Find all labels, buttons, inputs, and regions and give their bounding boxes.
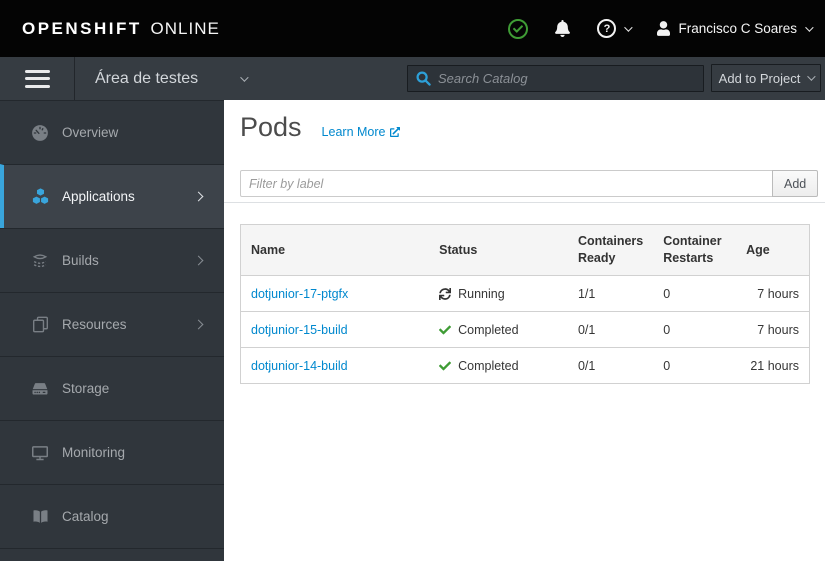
check-icon — [439, 324, 452, 336]
chevron-down-icon — [240, 72, 249, 82]
page-title: Pods — [240, 112, 302, 142]
bell-icon — [555, 20, 571, 37]
sidebar-item-label: Overview — [62, 125, 119, 140]
status-cell: Running — [439, 287, 558, 301]
search-catalog-input[interactable] — [438, 71, 695, 86]
pod-name-link[interactable]: dotjunior-17-ptgfx — [251, 287, 348, 301]
sidebar-item-label: Applications — [62, 189, 135, 204]
hamburger-menu-button[interactable] — [0, 57, 75, 100]
table-row: dotjunior-17-ptgfx Running 1/1 0 7 hours — [240, 275, 810, 312]
filter-toolbar: Add — [240, 170, 819, 197]
project-name: Área de testes — [95, 69, 199, 87]
user-name: Francisco C Soares — [678, 21, 797, 36]
dashboard-icon — [30, 124, 50, 142]
sidebar-item-label: Storage — [62, 381, 110, 396]
sidebar-item-resources[interactable]: Resources — [0, 292, 224, 356]
age-cell: 21 hours — [736, 347, 810, 384]
filter-add-button[interactable]: Add — [772, 170, 819, 197]
column-header-status: Status — [429, 224, 568, 276]
masthead-actions: Francisco C Soares — [481, 18, 814, 39]
chevron-right-icon — [193, 191, 204, 202]
containers-ready-cell: 0/1 — [567, 311, 654, 348]
sidebar-item-overview[interactable]: Overview — [0, 100, 224, 164]
age-cell: 7 hours — [736, 311, 810, 348]
add-to-project-button[interactable]: Add to Project — [711, 64, 821, 92]
sidebar-item-monitoring[interactable]: Monitoring — [0, 420, 224, 484]
book-icon — [30, 509, 50, 525]
help-question-icon — [597, 19, 617, 38]
masthead: OPENSHIFT ONLINE Francisco C Soares — [0, 0, 825, 57]
container-restarts-cell: 0 — [653, 311, 737, 348]
sidebar-item-builds[interactable]: Builds — [0, 228, 224, 292]
hamburger-icon — [24, 69, 50, 73]
pods-table: Name Status Containers Ready Container R… — [240, 224, 810, 384]
catalog-search — [407, 65, 704, 92]
sidebar-item-label: Resources — [62, 317, 127, 332]
table-header-row: Name Status Containers Ready Container R… — [240, 224, 810, 276]
status-text: Running — [458, 286, 505, 301]
containers-ready-cell: 0/1 — [567, 347, 654, 384]
project-selector[interactable]: Área de testes — [95, 57, 249, 100]
refresh-icon — [439, 287, 452, 300]
column-header-container-restarts: Container Restarts — [653, 224, 737, 276]
sidebar-item-storage[interactable]: Storage — [0, 356, 224, 420]
top-navbar: Área de testes Add to Project — [0, 57, 825, 100]
table-row: dotjunior-15-build Completed 0/1 0 7 hou… — [240, 311, 810, 348]
column-header-containers-ready: Containers Ready — [567, 224, 654, 276]
copy-icon — [30, 316, 50, 333]
column-header-name: Name — [240, 224, 430, 276]
monitor-icon — [30, 445, 50, 461]
chevron-down-icon — [807, 72, 816, 81]
notifications-button[interactable] — [555, 20, 571, 37]
user-icon — [657, 21, 671, 36]
search-icon — [416, 71, 431, 86]
sidebar: Overview Applications Builds Resources S… — [0, 100, 224, 561]
learn-more-link[interactable]: Learn More — [322, 125, 401, 139]
status-cell: Completed — [439, 323, 558, 337]
sidebar-item-applications[interactable]: Applications — [0, 164, 224, 228]
sidebar-next-item-partial — [0, 548, 224, 561]
status-text: Completed — [458, 322, 519, 337]
brand-secondary: ONLINE — [150, 18, 220, 38]
status-text: Completed — [458, 358, 519, 373]
filter-by-label-input[interactable] — [240, 170, 773, 197]
column-header-age: Age — [736, 224, 810, 276]
cubes-icon — [30, 188, 50, 205]
table-row: dotjunior-14-build Completed 0/1 0 21 ho… — [240, 347, 810, 384]
sidebar-item-label: Monitoring — [62, 445, 126, 460]
age-cell: 7 hours — [736, 275, 810, 312]
chevron-down-icon — [624, 22, 634, 32]
chevron-right-icon — [193, 319, 204, 330]
container-restarts-cell: 0 — [653, 347, 737, 384]
storage-icon — [30, 381, 50, 396]
pod-name-link[interactable]: dotjunior-15-build — [251, 323, 348, 337]
sidebar-item-catalog[interactable]: Catalog — [0, 484, 224, 548]
chevron-down-icon — [805, 22, 814, 32]
page-header: Pods Learn More — [240, 112, 401, 143]
chevron-right-icon — [193, 255, 204, 266]
main-content: Pods Learn More Add Name Status Containe… — [224, 100, 825, 561]
external-link-icon — [390, 127, 401, 137]
toolbar-divider — [224, 202, 825, 203]
brand-logo[interactable]: OPENSHIFT ONLINE — [22, 19, 220, 39]
sidebar-item-label: Catalog — [62, 509, 109, 524]
containers-ready-cell: 1/1 — [567, 275, 654, 312]
help-menu-button[interactable] — [597, 19, 634, 38]
container-restarts-cell: 0 — [653, 275, 737, 312]
status-ok-icon — [508, 18, 529, 39]
builds-icon — [30, 252, 50, 269]
pod-name-link[interactable]: dotjunior-14-build — [251, 359, 348, 373]
user-menu-button[interactable]: Francisco C Soares — [657, 21, 814, 36]
check-icon — [439, 360, 452, 372]
sidebar-item-label: Builds — [62, 253, 99, 268]
system-status-button[interactable] — [508, 18, 529, 39]
brand-primary: OPENSHIFT — [22, 18, 142, 38]
status-cell: Completed — [439, 359, 558, 373]
